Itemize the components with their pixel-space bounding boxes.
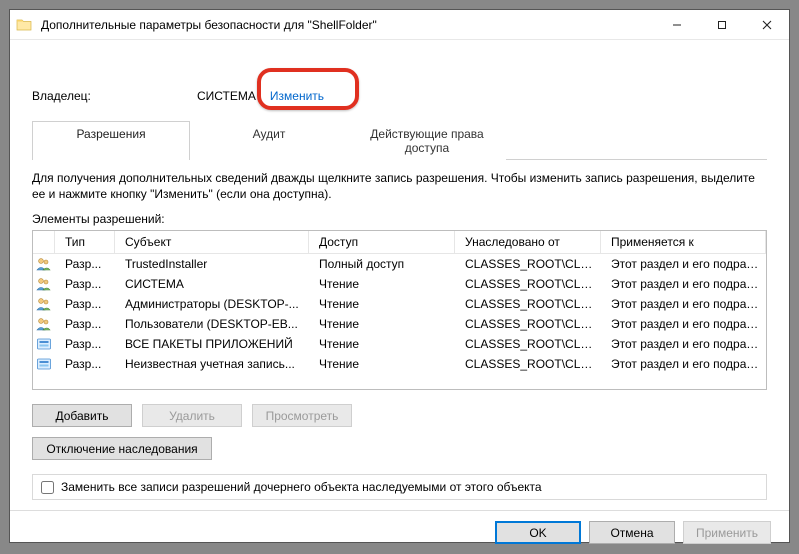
table-row[interactable]: Разр...СИСТЕМАЧтениеCLASSES_ROOT\CLSID\.…	[33, 274, 766, 294]
content-area: Владелец: СИСТЕМА Изменить Разрешения Ау…	[10, 40, 789, 510]
folder-icon	[16, 17, 32, 33]
titlebar: Дополнительные параметры безопасности дл…	[10, 10, 789, 40]
tabs: Разрешения Аудит Действующие права досту…	[32, 120, 767, 160]
close-button[interactable]	[744, 10, 789, 39]
cell-access: Чтение	[309, 337, 455, 351]
ok-button[interactable]: OK	[495, 521, 581, 544]
cell-type: Разр...	[55, 337, 115, 351]
window-controls	[654, 10, 789, 39]
advanced-security-window: Дополнительные параметры безопасности дл…	[9, 9, 790, 543]
cell-type: Разр...	[55, 297, 115, 311]
principal-icon	[33, 357, 55, 371]
owner-value: СИСТЕМА	[197, 89, 256, 103]
tab-permissions[interactable]: Разрешения	[32, 121, 190, 160]
cell-subject: Неизвестная учетная запись...	[115, 357, 309, 371]
table-row[interactable]: Разр...TrustedInstallerПолный доступCLAS…	[33, 254, 766, 274]
list-rows: Разр...TrustedInstallerПолный доступCLAS…	[33, 254, 766, 374]
permissions-list[interactable]: Тип Субъект Доступ Унаследовано от Приме…	[32, 230, 767, 390]
cell-type: Разр...	[55, 257, 115, 271]
cell-inherited: CLASSES_ROOT\CLSID\...	[455, 357, 601, 371]
window-title: Дополнительные параметры безопасности дл…	[41, 18, 377, 32]
cell-applies: Этот раздел и его подразделы	[601, 337, 766, 351]
tab-audit[interactable]: Аудит	[190, 121, 348, 160]
principal-icon	[33, 337, 55, 351]
cell-inherited: CLASSES_ROOT\CLSID\...	[455, 277, 601, 291]
cell-type: Разр...	[55, 357, 115, 371]
cell-subject: СИСТЕМА	[115, 277, 309, 291]
cell-subject: Пользователи (DESKTOP-EB...	[115, 317, 309, 331]
view-button: Просмотреть	[252, 404, 352, 427]
col-subject[interactable]: Субъект	[115, 231, 309, 253]
cell-access: Чтение	[309, 357, 455, 371]
owner-label: Владелец:	[32, 89, 197, 103]
cell-applies: Этот раздел и его подразделы	[601, 257, 766, 271]
minimize-button[interactable]	[654, 10, 699, 39]
principal-icon	[33, 257, 55, 271]
cell-inherited: CLASSES_ROOT\CLSID\...	[455, 297, 601, 311]
cell-inherited: CLASSES_ROOT\CLSID\...	[455, 337, 601, 351]
principal-icon	[33, 277, 55, 291]
button-row-2: Отключение наследования	[32, 437, 767, 460]
cell-type: Разр...	[55, 317, 115, 331]
cell-access: Чтение	[309, 277, 455, 291]
col-applies[interactable]: Применяется к	[601, 231, 766, 253]
dialog-footer: OK Отмена Применить	[10, 510, 789, 554]
list-header: Тип Субъект Доступ Унаследовано от Приме…	[33, 231, 766, 254]
remove-button: Удалить	[142, 404, 242, 427]
replace-children-checkbox[interactable]	[41, 481, 54, 494]
col-access[interactable]: Доступ	[309, 231, 455, 253]
principal-icon	[33, 297, 55, 311]
cell-applies: Этот раздел и его подразделы	[601, 277, 766, 291]
table-row[interactable]: Разр...ВСЕ ПАКЕТЫ ПРИЛОЖЕНИЙЧтениеCLASSE…	[33, 334, 766, 354]
cell-type: Разр...	[55, 277, 115, 291]
table-row[interactable]: Разр...Администраторы (DESKTOP-...Чтение…	[33, 294, 766, 314]
cell-access: Чтение	[309, 317, 455, 331]
add-button[interactable]: Добавить	[32, 404, 132, 427]
list-label: Элементы разрешений:	[32, 212, 767, 226]
cell-inherited: CLASSES_ROOT\CLSID\...	[455, 317, 601, 331]
principal-icon	[33, 317, 55, 331]
tab-effective-access[interactable]: Действующие права доступа	[348, 121, 506, 160]
col-blank	[33, 231, 55, 253]
maximize-button[interactable]	[699, 10, 744, 39]
change-owner-link[interactable]: Изменить	[266, 87, 328, 105]
col-type[interactable]: Тип	[55, 231, 115, 253]
cancel-button[interactable]: Отмена	[589, 521, 675, 544]
table-row[interactable]: Разр...Неизвестная учетная запись...Чтен…	[33, 354, 766, 374]
disable-inheritance-button[interactable]: Отключение наследования	[32, 437, 212, 460]
cell-inherited: CLASSES_ROOT\CLSID\...	[455, 257, 601, 271]
owner-row: Владелец: СИСТЕМА Изменить	[32, 84, 767, 108]
cell-applies: Этот раздел и его подразделы	[601, 297, 766, 311]
cell-applies: Этот раздел и его подразделы	[601, 357, 766, 371]
cell-subject: TrustedInstaller	[115, 257, 309, 271]
cell-access: Полный доступ	[309, 257, 455, 271]
replace-children-label: Заменить все записи разрешений дочернего…	[61, 480, 542, 494]
replace-children-row: Заменить все записи разрешений дочернего…	[32, 474, 767, 500]
button-row-1: Добавить Удалить Просмотреть	[32, 404, 767, 427]
cell-applies: Этот раздел и его подразделы	[601, 317, 766, 331]
col-inherited[interactable]: Унаследовано от	[455, 231, 601, 253]
apply-button: Применить	[683, 521, 771, 544]
cell-subject: Администраторы (DESKTOP-...	[115, 297, 309, 311]
cell-access: Чтение	[309, 297, 455, 311]
table-row[interactable]: Разр...Пользователи (DESKTOP-EB...Чтение…	[33, 314, 766, 334]
cell-subject: ВСЕ ПАКЕТЫ ПРИЛОЖЕНИЙ	[115, 337, 309, 351]
instruction-text: Для получения дополнительных сведений дв…	[32, 170, 767, 202]
